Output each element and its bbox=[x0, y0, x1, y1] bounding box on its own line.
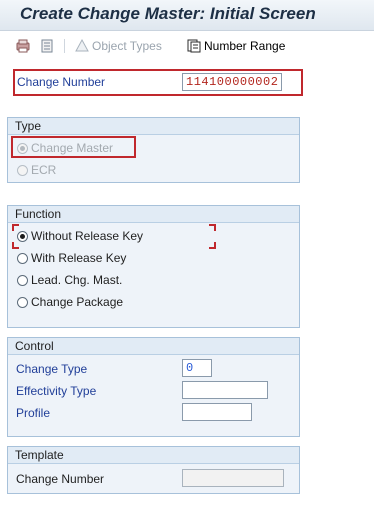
radio-with-release-key[interactable] bbox=[17, 252, 28, 264]
radio-label[interactable]: Change Package bbox=[31, 295, 123, 309]
object-types-icon bbox=[75, 38, 89, 52]
function-option-without-release-key[interactable]: Without Release Key bbox=[17, 227, 143, 245]
change-type-input[interactable]: 0 bbox=[182, 359, 212, 377]
radio-label: ECR bbox=[31, 163, 57, 177]
effectivity-type-input[interactable] bbox=[182, 381, 268, 399]
change-number-input[interactable]: 114100000002 bbox=[182, 73, 282, 91]
application-toolbar: Object Types Number Range bbox=[0, 31, 374, 61]
function-option-change-package[interactable]: Change Package bbox=[17, 293, 123, 311]
focus-corner-bl bbox=[12, 242, 19, 249]
type-group-title: Type bbox=[8, 118, 299, 135]
function-group-title: Function bbox=[8, 206, 299, 223]
radio-label[interactable]: Without Release Key bbox=[31, 229, 143, 243]
radio-label[interactable]: Lead. Chg. Mast. bbox=[31, 273, 122, 287]
profile-input[interactable] bbox=[182, 403, 252, 421]
change-icon[interactable] bbox=[15, 38, 31, 54]
change-number-label: Change Number bbox=[17, 75, 106, 89]
type-option-ecr: ECR bbox=[17, 161, 56, 179]
function-option-lead-chg-mast[interactable]: Lead. Chg. Mast. bbox=[17, 271, 122, 289]
template-change-number-input[interactable] bbox=[182, 469, 284, 487]
radio-label[interactable]: With Release Key bbox=[31, 251, 126, 265]
radio-without-release-key[interactable] bbox=[17, 230, 28, 242]
radio-ecr bbox=[17, 164, 28, 176]
number-range-button[interactable]: Number Range bbox=[204, 39, 285, 53]
display-list-icon[interactable] bbox=[39, 38, 55, 54]
radio-label: Change Master bbox=[31, 141, 114, 155]
number-range-icon bbox=[187, 39, 201, 53]
template-group-title: Template bbox=[8, 447, 299, 464]
radio-change-master bbox=[17, 142, 28, 154]
title-bar: Create Change Master: Initial Screen bbox=[0, 0, 374, 31]
toolbar-separator bbox=[64, 39, 65, 53]
type-option-change-master: Change Master bbox=[17, 139, 113, 157]
window-title: Create Change Master: Initial Screen bbox=[20, 4, 316, 23]
radio-lead-chg-mast[interactable] bbox=[17, 274, 28, 286]
profile-label: Profile bbox=[16, 406, 51, 420]
radio-change-package[interactable] bbox=[17, 296, 28, 308]
focus-corner-tl bbox=[12, 224, 19, 231]
control-group-title: Control bbox=[8, 338, 299, 355]
effectivity-type-label: Effectivity Type bbox=[16, 384, 97, 398]
focus-corner-br bbox=[209, 242, 216, 249]
template-change-number-label: Change Number bbox=[16, 472, 105, 486]
focus-corner-tr bbox=[209, 224, 216, 231]
change-type-label: Change Type bbox=[16, 362, 88, 376]
function-option-with-release-key[interactable]: With Release Key bbox=[17, 249, 126, 267]
object-types-button[interactable]: Object Types bbox=[92, 39, 162, 53]
